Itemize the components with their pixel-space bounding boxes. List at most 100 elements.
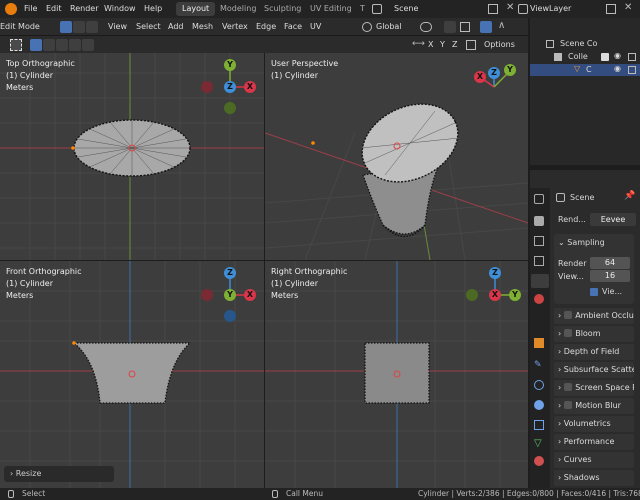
menu-edit[interactable]: Edit <box>46 4 62 13</box>
particles-tab-icon[interactable] <box>534 380 544 390</box>
panel-checkbox[interactable] <box>564 401 573 409</box>
view-layer-tab-icon[interactable] <box>534 256 544 266</box>
select-invert-button[interactable] <box>69 39 81 51</box>
navigation-gizmo[interactable]: Z Y X <box>200 266 260 326</box>
falloff-icon[interactable]: ∧ <box>498 20 505 31</box>
edge-select-button[interactable] <box>73 21 85 33</box>
output-tab-icon[interactable] <box>534 236 544 246</box>
gizmo-y[interactable]: Y <box>224 289 236 301</box>
new-scene-icon[interactable] <box>488 4 498 14</box>
modifier-tab-icon[interactable]: ✎ <box>534 360 542 370</box>
viewport-samples-field[interactable]: 16 <box>590 270 630 282</box>
snap-toggle-button[interactable] <box>444 21 456 33</box>
gizmo-neg-z[interactable] <box>224 310 236 322</box>
menu-vertex[interactable]: Vertex <box>222 22 248 31</box>
menu-render[interactable]: Render <box>70 4 98 13</box>
tab-sculpting[interactable]: Sculpting <box>258 2 307 16</box>
tool-tab-icon[interactable] <box>534 194 544 204</box>
view-layer-field[interactable]: ViewLayer <box>530 4 571 13</box>
snap-target-icon[interactable] <box>460 22 470 32</box>
panel-motion-blur[interactable]: › Motion Blur <box>554 398 634 414</box>
menu-add[interactable]: Add <box>168 22 184 31</box>
vertex-select-button[interactable] <box>60 21 72 33</box>
mirror-x-toggle[interactable]: X <box>428 40 433 49</box>
gizmo-neg-x[interactable] <box>201 81 213 93</box>
select-tool-icon[interactable] <box>10 39 22 51</box>
eye-icon[interactable]: ◉ <box>614 64 621 73</box>
menu-edge[interactable]: Edge <box>256 22 276 31</box>
options-dropdown[interactable]: Options <box>484 40 515 49</box>
mirror-y-toggle[interactable]: Y <box>440 40 445 49</box>
gizmo-y[interactable]: Y <box>504 64 516 76</box>
panel-checkbox[interactable] <box>564 329 573 337</box>
panel-ambient-occlusion[interactable]: › Ambient Occlus <box>554 308 634 324</box>
gizmo-z[interactable]: Z <box>224 81 236 93</box>
transform-orientation-dropdown[interactable]: Global <box>376 22 402 31</box>
mirror-options-icon[interactable]: ⟷ <box>412 39 425 49</box>
gizmo-y[interactable]: Y <box>224 59 236 71</box>
panel-screen-space-reflections[interactable]: › Screen Space R <box>554 380 634 396</box>
eye-icon[interactable]: ◉ <box>614 51 621 60</box>
gizmo-x[interactable]: X <box>244 81 256 93</box>
viewport-right-orthographic[interactable]: Right Orthographic (1) Cylinder Meters Z… <box>265 261 528 488</box>
menu-mesh[interactable]: Mesh <box>192 22 213 31</box>
transform-orientation-icon[interactable] <box>362 22 372 32</box>
render-tab-icon[interactable] <box>534 216 544 226</box>
select-new-button[interactable] <box>30 39 42 51</box>
outliner-row-scene[interactable]: Scene Co <box>530 38 640 50</box>
camera-icon[interactable] <box>628 66 636 74</box>
menu-file[interactable]: File <box>24 4 37 13</box>
panel-volumetrics[interactable]: › Volumetrics <box>554 416 634 432</box>
panel-depth-of-field[interactable]: › Depth of Field <box>554 344 634 360</box>
gizmo-x[interactable]: X <box>489 289 501 301</box>
menu-uv[interactable]: UV <box>310 22 321 31</box>
exclude-checkbox[interactable] <box>601 53 609 61</box>
viewport-denoise-checkbox[interactable] <box>590 288 598 296</box>
select-extend-button[interactable] <box>43 39 55 51</box>
panel-shadows[interactable]: › Shadows <box>554 470 634 486</box>
navigation-gizmo[interactable]: Z X Y <box>465 266 525 326</box>
gizmo-z[interactable]: Z <box>224 267 236 279</box>
gizmo-neg-y[interactable] <box>224 102 236 114</box>
panel-checkbox[interactable] <box>564 311 573 319</box>
tab-uv-editing[interactable]: UV Editing <box>304 2 358 16</box>
menu-face[interactable]: Face <box>284 22 302 31</box>
scene-icon[interactable] <box>372 4 382 14</box>
panel-subsurface-scattering[interactable]: › Subsurface Scatter <box>554 362 634 378</box>
gizmo-neg-y[interactable] <box>466 289 478 301</box>
tab-layout[interactable]: Layout <box>176 2 216 16</box>
gizmo-x[interactable]: X <box>244 289 256 301</box>
tab-modeling[interactable]: Modeling <box>214 2 262 16</box>
scene-name-field[interactable]: Scene <box>394 4 418 13</box>
last-operator-panel[interactable]: › Resize <box>4 466 114 482</box>
panel-performance[interactable]: › Performance <box>554 434 634 450</box>
menu-window[interactable]: Window <box>104 4 136 13</box>
menu-help[interactable]: Help <box>144 4 162 13</box>
gizmo-z[interactable]: Z <box>489 267 501 279</box>
gizmo-x[interactable]: X <box>474 71 486 83</box>
select-subtract-button[interactable] <box>56 39 68 51</box>
panel-checkbox[interactable] <box>564 383 573 391</box>
select-intersect-button[interactable] <box>82 39 94 51</box>
scene-tab-icon[interactable] <box>531 274 549 288</box>
render-samples-field[interactable]: 64 <box>590 257 630 269</box>
menu-select[interactable]: Select <box>136 22 161 31</box>
face-select-button[interactable] <box>86 21 98 33</box>
blender-logo-icon[interactable] <box>5 3 17 15</box>
constraints-tab-icon[interactable] <box>534 420 544 430</box>
navigation-gizmo[interactable]: Y Z X <box>470 63 522 115</box>
viewport-top-orthographic[interactable]: Top Orthographic (1) Cylinder Meters X Y… <box>0 53 264 260</box>
menu-view[interactable]: View <box>108 22 127 31</box>
mirror-z-toggle[interactable]: Z <box>452 40 457 49</box>
outliner-row-collection[interactable]: Colle ◉ <box>530 51 640 63</box>
gizmo-neg-x[interactable] <box>201 289 213 301</box>
mode-dropdown[interactable]: Edit Mode <box>0 22 40 31</box>
data-tab-icon[interactable]: ▽ <box>534 438 542 449</box>
object-tab-icon[interactable] <box>534 338 544 348</box>
snapping-icon[interactable] <box>466 40 476 50</box>
camera-icon[interactable] <box>628 53 636 61</box>
new-view-layer-icon[interactable] <box>606 4 616 14</box>
gizmo-z[interactable]: Z <box>488 67 500 79</box>
proportional-edit-button[interactable] <box>480 21 492 33</box>
pivot-point-icon[interactable] <box>420 22 432 32</box>
